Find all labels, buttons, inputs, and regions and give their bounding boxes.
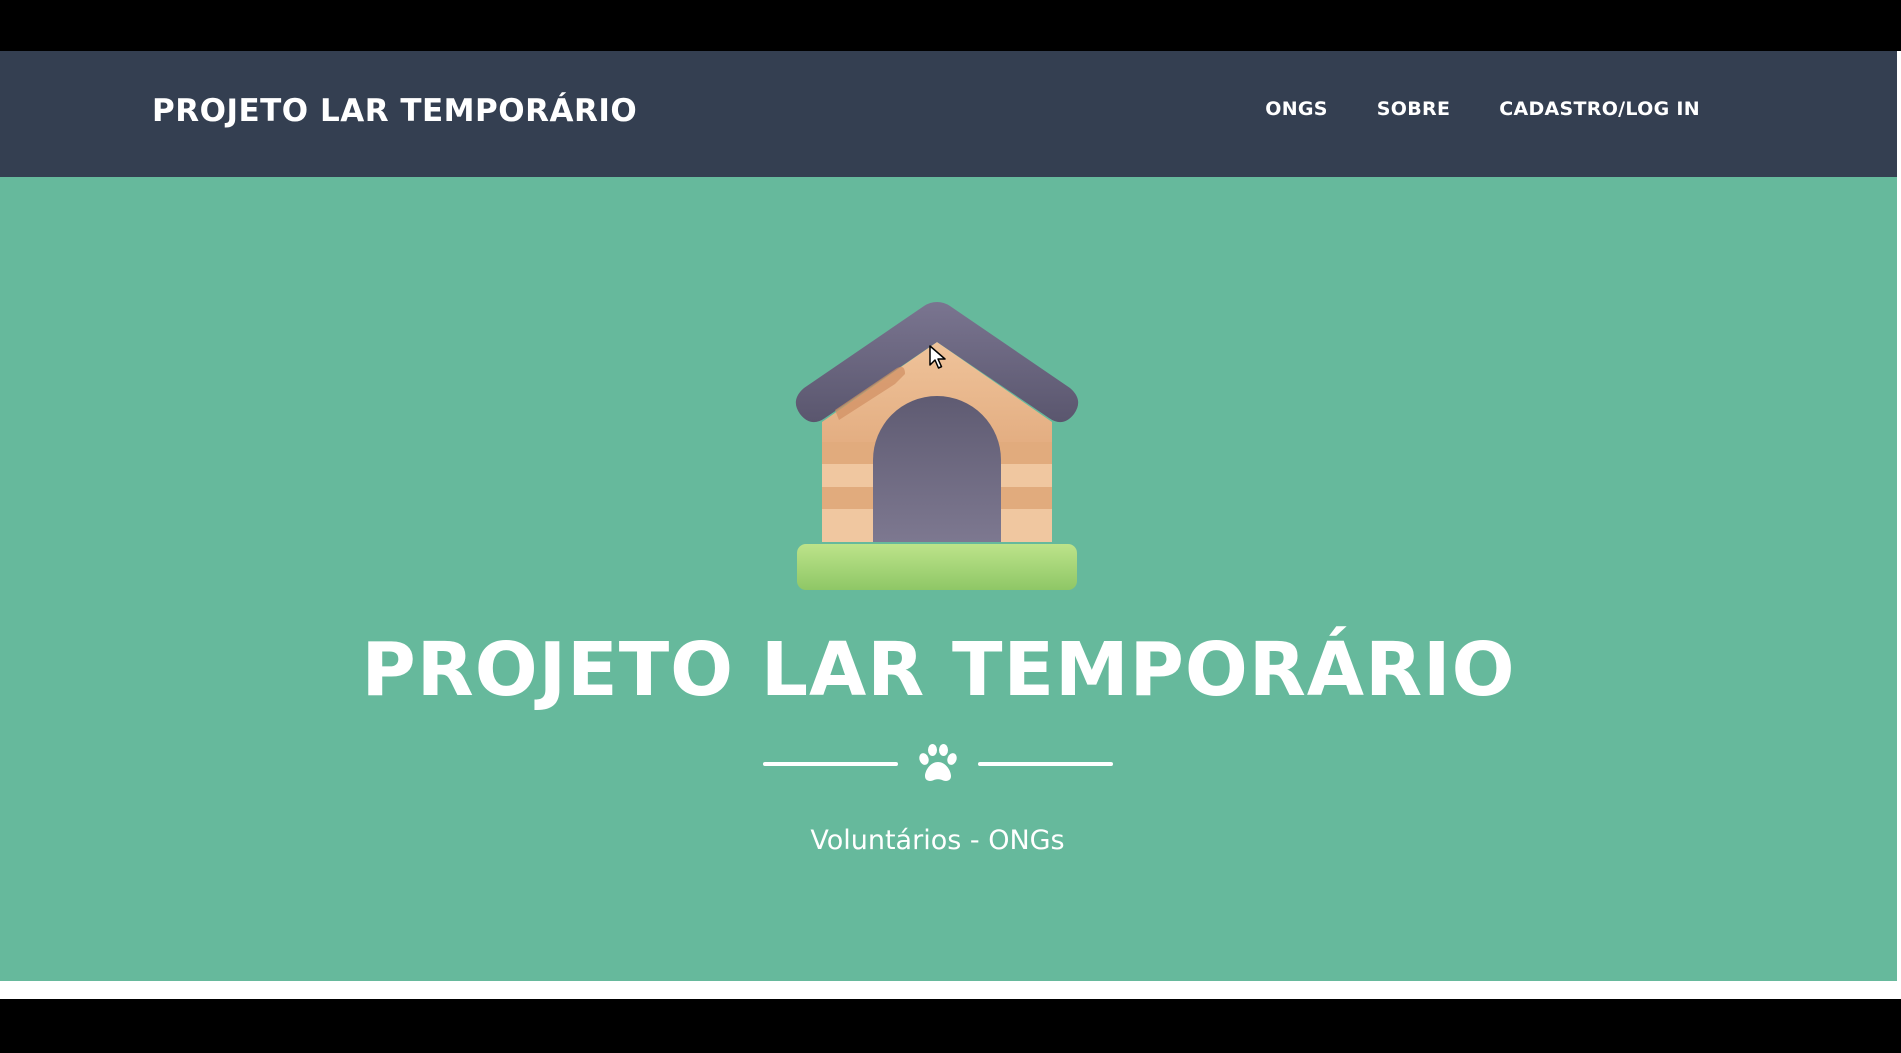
nav-link-ongs[interactable]: ONGS xyxy=(1265,98,1328,120)
brand-logo-link[interactable]: PROJETO LAR TEMPORÁRIO xyxy=(152,93,637,129)
hero-subtitle: Voluntários - ONGs xyxy=(810,825,1065,856)
nav-links: ONGS SOBRE CADASTRO/LOG IN xyxy=(1216,98,1700,120)
hero-section: PROJETO LAR TEMPORÁRIO Voluntários - ONG… xyxy=(0,177,1897,981)
hero-title: PROJETO LAR TEMPORÁRIO xyxy=(361,627,1516,713)
nav-link-sobre[interactable]: SOBRE xyxy=(1377,98,1450,120)
screen: PROJETO LAR TEMPORÁRIO ONGS SOBRE CADAST… xyxy=(0,0,1901,1053)
navbar: PROJETO LAR TEMPORÁRIO ONGS SOBRE CADAST… xyxy=(0,51,1897,177)
web-page: PROJETO LAR TEMPORÁRIO ONGS SOBRE CADAST… xyxy=(0,51,1897,999)
dog-house-icon xyxy=(795,302,1079,590)
divider-line-right xyxy=(978,762,1113,766)
scrollbar[interactable] xyxy=(1897,51,1901,999)
divider-line-left xyxy=(763,762,898,766)
nav-link-cadastro-login[interactable]: CADASTRO/LOG IN xyxy=(1499,98,1700,120)
mouse-cursor-icon xyxy=(929,345,946,369)
paw-icon xyxy=(919,744,957,781)
title-divider xyxy=(763,743,1113,783)
